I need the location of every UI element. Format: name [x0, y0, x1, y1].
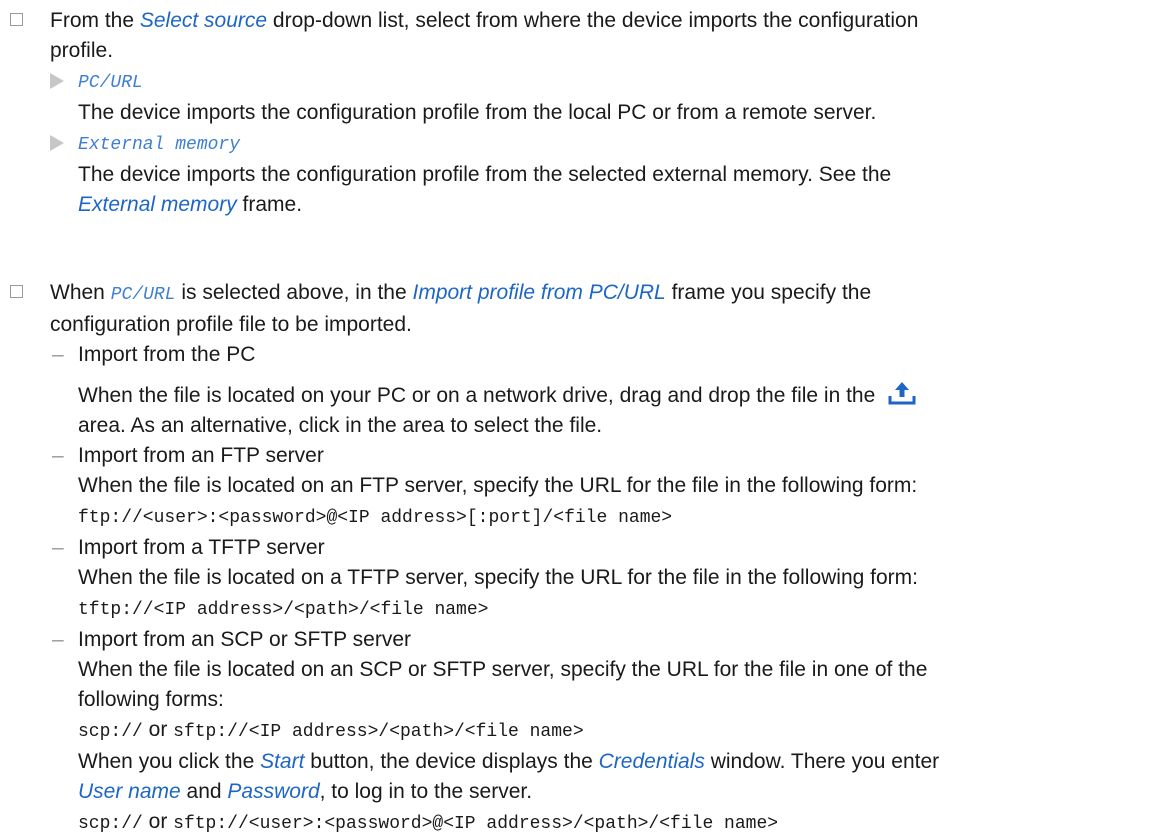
text: When — [50, 281, 111, 304]
text: and — [180, 780, 228, 803]
text: frame. — [236, 193, 303, 216]
user-name-link: User name — [78, 780, 181, 803]
text: drop-down list, select from where the de… — [267, 9, 919, 32]
text: or — [142, 810, 174, 833]
text: or — [142, 718, 174, 741]
option-name: External memory — [78, 135, 241, 155]
url-format-code: tftp://<IP address>/<path>/<file name> — [78, 600, 489, 620]
document-page: From the Select source drop-down list, s… — [0, 0, 1166, 834]
text: , to log in to the server. — [319, 780, 533, 803]
url-format-code: sftp://<IP address>/<path>/<file name> — [173, 722, 584, 742]
option-name: PC/URL — [78, 73, 143, 93]
upload-icon — [888, 382, 916, 405]
method-tftp: – Import from a TFTP server When the fil… — [50, 533, 1160, 625]
method-description: When the file is located on your PC or o… — [78, 380, 1160, 441]
password-link: Password — [227, 780, 320, 803]
method-pc: – Import from the PC When the file is lo… — [50, 340, 1160, 441]
text: configuration profile file to be importe… — [50, 313, 412, 336]
url-format-code: sftp://<user>:<password>@<IP address>/<p… — [173, 814, 779, 834]
step-select-source: From the Select source drop-down list, s… — [6, 6, 1160, 220]
select-source-link: Select source — [139, 9, 268, 32]
url-format-code: scp:// — [78, 814, 143, 834]
text: button, the device displays the — [304, 750, 599, 773]
import-profile-link: Import profile from PC/URL — [412, 281, 666, 304]
method-title: Import from an SCP or SFTP server — [78, 628, 411, 651]
external-memory-link: External memory — [78, 193, 237, 216]
option-description: The device imports the configuration pro… — [78, 101, 877, 124]
text: profile. — [50, 39, 114, 62]
method-description: When the file is located on an SCP or SF… — [78, 658, 928, 681]
url-format-code: ftp://<user>:<password>@<IP address>[:po… — [78, 508, 673, 528]
triangle-bullet-icon — [50, 135, 64, 151]
text: window. There you enter — [704, 750, 940, 773]
text: frame you specify the — [665, 281, 872, 304]
dash-bullet: – — [52, 536, 64, 559]
method-description: When the file is located on an FTP serve… — [78, 474, 918, 497]
method-description: following forms: — [78, 688, 224, 711]
method-ftp: – Import from an FTP server When the fil… — [50, 441, 1160, 533]
step-text: When PC/URL is selected above, in the Im… — [6, 278, 1160, 839]
text: When the file is located on your PC or o… — [78, 384, 876, 407]
dash-bullet: – — [52, 444, 64, 467]
method-scp-sftp: – Import from an SCP or SFTP server When… — [50, 625, 1160, 839]
option-pc-url: PC/URL The device imports the configurat… — [50, 66, 1160, 128]
text: is selected above, in the — [175, 281, 413, 304]
start-link: Start — [260, 750, 305, 773]
dash-bullet: – — [52, 628, 64, 651]
pc-url-code: PC/URL — [110, 285, 176, 305]
text: From the — [50, 9, 140, 32]
url-format-code: scp:// — [78, 722, 143, 742]
option-description: The device imports the configuration pro… — [78, 163, 892, 186]
step-text: From the Select source drop-down list, s… — [6, 6, 1160, 220]
checkbox-icon — [10, 285, 23, 298]
credentials-link: Credentials — [598, 750, 705, 773]
dash-bullet: – — [52, 343, 64, 366]
method-title: Import from an FTP server — [78, 444, 324, 467]
option-external-memory: External memory The device imports the c… — [50, 128, 1160, 220]
text: area. As an alternative, click in the ar… — [78, 414, 603, 437]
checkbox-icon — [10, 13, 23, 26]
method-title: Import from a TFTP server — [78, 536, 325, 559]
step-import-from-pc-url: When PC/URL is selected above, in the Im… — [6, 278, 1160, 839]
method-description: When the file is located on a TFTP serve… — [78, 566, 918, 589]
triangle-bullet-icon — [50, 73, 64, 89]
method-title: Import from the PC — [78, 343, 256, 366]
text: When you click the — [78, 750, 261, 773]
